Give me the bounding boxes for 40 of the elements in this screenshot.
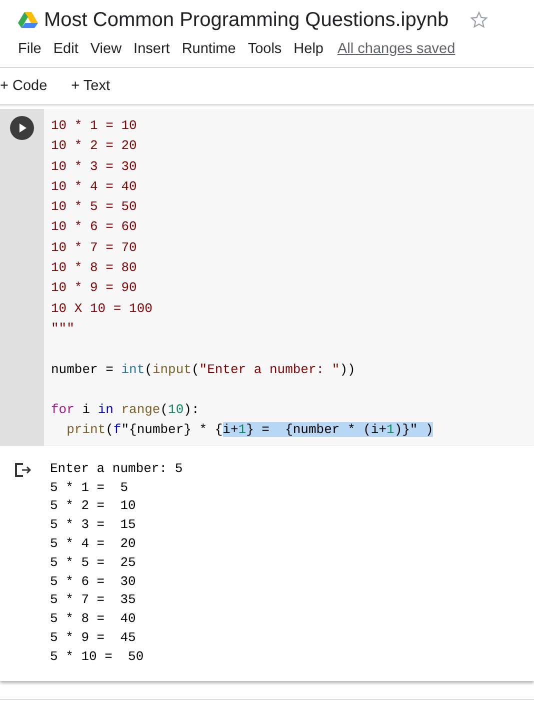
code-line: 10 * 9 = 90	[51, 279, 138, 298]
drive-logo-icon	[18, 12, 38, 28]
code-line: 10 * 7 = 70	[51, 238, 138, 257]
add-cell-button[interactable]: + Code	[0, 75, 52, 97]
add-cell-button[interactable]: + Text	[67, 75, 114, 97]
output-line: 5 * 4 = 20	[50, 534, 137, 553]
code-line: 10 * 4 = 40	[51, 178, 138, 196]
menu-item[interactable]: Help	[288, 38, 330, 60]
output-line: 5 * 1 = 5	[50, 478, 130, 497]
menu-item[interactable]: Tools	[242, 38, 288, 60]
notebook-title[interactable]: Most Common Programming Questions.ipynb	[44, 8, 449, 32]
output-line: 5 * 10 = 50	[50, 648, 145, 666]
output-line: 5 * 7 = 35	[50, 591, 137, 610]
output-line: 5 * 5 = 25	[50, 554, 137, 572]
star-icon[interactable]	[468, 10, 489, 30]
play-icon[interactable]	[10, 116, 34, 140]
output-line: Enter a number: 5	[50, 460, 183, 478]
code-line: print(f"{number} * {i+1} = {number * (i+1)}" )	[66, 421, 434, 440]
code-line: """	[51, 320, 76, 338]
code-line: 10 * 6 = 60	[51, 218, 138, 236]
output-line: 5 * 2 = 10	[50, 497, 137, 516]
code-line: number = int(input("Enter a number: "))	[51, 360, 356, 379]
output-icon	[14, 462, 32, 478]
menu-item[interactable]: Insert	[128, 38, 176, 60]
code-line: 10 X 10 = 100	[51, 300, 154, 318]
code-line: 10 * 8 = 80	[51, 259, 138, 278]
code-line: for i in range(10):	[51, 401, 200, 420]
code-line: 10 * 3 = 30	[51, 158, 138, 176]
menu-item[interactable]: Runtime	[176, 38, 242, 60]
output-line: 5 * 3 = 15	[50, 516, 137, 534]
code-line: 10 * 5 = 50	[51, 198, 138, 216]
menu-item[interactable]: File	[12, 38, 48, 60]
code-line: 10 * 2 = 20	[51, 137, 138, 156]
save-status-link[interactable]: All changes saved	[338, 41, 456, 57]
code-line: 10 * 1 = 10	[51, 117, 138, 135]
output-line: 5 * 6 = 30	[50, 572, 137, 591]
output-line: 5 * 9 = 45	[50, 628, 137, 647]
menu-item[interactable]: View	[84, 38, 128, 60]
output-line: 5 * 8 = 40	[50, 610, 137, 628]
menu-item[interactable]: Edit	[47, 38, 84, 60]
